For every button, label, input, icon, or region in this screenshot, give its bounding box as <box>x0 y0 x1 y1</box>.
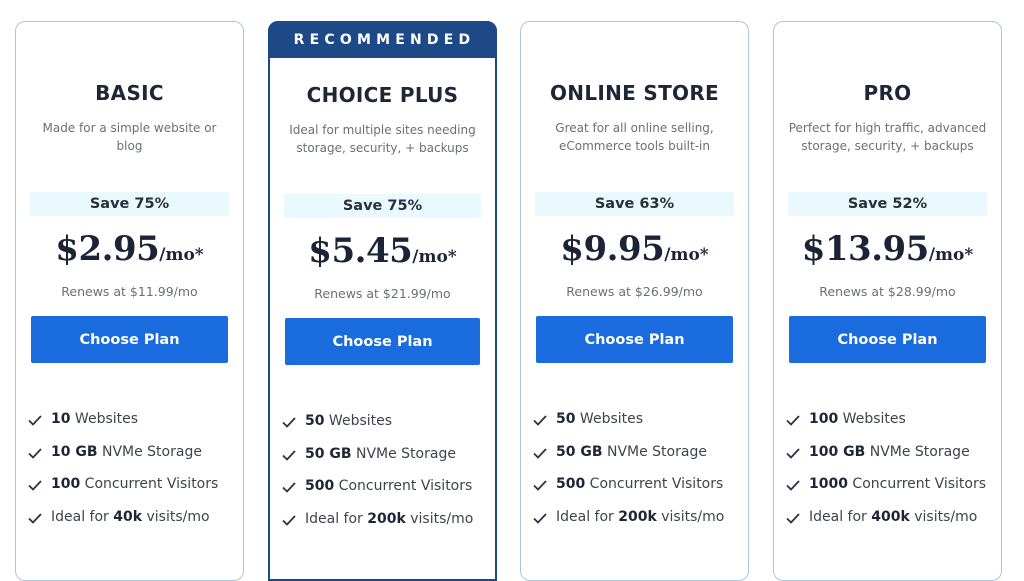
feature-item: 10 GB NVMe Storage <box>28 444 235 477</box>
check-icon <box>28 512 42 524</box>
choose-plan-button[interactable]: Choose Plan <box>285 318 480 365</box>
check-icon <box>786 480 800 491</box>
check-icon <box>282 482 296 493</box>
plan-title: PRO <box>863 81 912 105</box>
price-amount: $13.95 <box>801 229 930 269</box>
plan-price: $5.45/mo* <box>270 231 495 271</box>
feature-item: 50 GB NVMe Storage <box>282 446 487 479</box>
save-badge: Save 52% <box>788 192 987 216</box>
save-badge: Save 63% <box>535 192 734 216</box>
check-icon <box>282 417 296 428</box>
feature-item: Ideal for 40k visits/mo <box>28 509 235 542</box>
check-icon <box>786 512 800 524</box>
check-icon <box>28 480 42 491</box>
plan-card-choice-plus: RECOMMENDED CHOICE PLUS Ideal for multip… <box>268 21 497 581</box>
feature-item: 50 Websites <box>282 413 487 446</box>
feature-item: 1000 Concurrent Visitors <box>786 476 993 509</box>
check-icon <box>28 447 42 459</box>
renewal-price: Renews at $26.99/mo <box>566 284 703 299</box>
price-period: /mo* <box>159 245 204 265</box>
feature-item: 50 Websites <box>533 411 740 444</box>
plan-card-basic: BASIC Made for a simple website or blog … <box>15 21 244 581</box>
plan-price: $9.95/mo* <box>521 229 748 269</box>
plan-card-online-store: ONLINE STORE Great for all online sellin… <box>520 21 749 581</box>
check-icon <box>786 415 800 426</box>
plan-price: $2.95/mo* <box>16 229 243 269</box>
renewal-price: Renews at $11.99/mo <box>61 284 198 299</box>
plan-card-pro: PRO Perfect for high traffic, advanced s… <box>773 21 1002 581</box>
feature-item: 100 GB NVMe Storage <box>786 444 993 477</box>
plan-description: Made for a simple website or blog <box>42 121 217 153</box>
choose-plan-button[interactable]: Choose Plan <box>31 316 228 363</box>
save-badge: Save 75% <box>284 194 481 218</box>
feature-item: 10 Websites <box>28 411 235 444</box>
price-amount: $2.95 <box>55 229 160 269</box>
plan-description: Perfect for high traffic, advanced stora… <box>788 121 987 153</box>
price-amount: $5.45 <box>308 231 413 271</box>
feature-item: 50 GB NVMe Storage <box>533 444 740 477</box>
price-period: /mo* <box>412 247 457 267</box>
check-icon <box>533 480 547 491</box>
choose-plan-button[interactable]: Choose Plan <box>536 316 733 363</box>
feature-list: 100 Websites 100 GB NVMe Storage 1000 Co… <box>786 411 993 541</box>
feature-item: Ideal for 200k visits/mo <box>533 509 740 542</box>
recommended-banner: RECOMMENDED <box>268 21 497 58</box>
feature-item: 100 Concurrent Visitors <box>28 476 235 509</box>
check-icon <box>282 514 296 526</box>
feature-list: 50 Websites 50 GB NVMe Storage 500 Concu… <box>282 413 487 543</box>
plan-title: CHOICE PLUS <box>306 83 459 107</box>
plan-description: Ideal for multiple sites needing storage… <box>289 123 476 155</box>
check-icon <box>533 447 547 459</box>
check-icon <box>786 447 800 459</box>
check-icon <box>28 415 42 426</box>
renewal-price: Renews at $21.99/mo <box>314 286 451 301</box>
check-icon <box>533 415 547 426</box>
feature-list: 10 Websites 10 GB NVMe Storage 100 Concu… <box>28 411 235 541</box>
plan-price: $13.95/mo* <box>774 229 1001 269</box>
check-icon <box>533 512 547 524</box>
feature-list: 50 Websites 50 GB NVMe Storage 500 Concu… <box>533 411 740 541</box>
plan-title: BASIC <box>95 81 164 105</box>
feature-item: 100 Websites <box>786 411 993 444</box>
price-period: /mo* <box>928 245 974 265</box>
choose-plan-button[interactable]: Choose Plan <box>789 316 986 363</box>
feature-item: 500 Concurrent Visitors <box>282 478 487 511</box>
check-icon <box>282 449 296 461</box>
price-period: /mo* <box>664 245 709 265</box>
feature-item: Ideal for 400k visits/mo <box>786 509 993 542</box>
save-badge: Save 75% <box>30 192 229 216</box>
price-amount: $9.95 <box>560 229 665 269</box>
feature-item: 500 Concurrent Visitors <box>533 476 740 509</box>
plan-description: Great for all online selling, eCommerce … <box>555 121 714 153</box>
feature-item: Ideal for 200k visits/mo <box>282 511 487 544</box>
renewal-price: Renews at $28.99/mo <box>819 284 956 299</box>
plan-title: ONLINE STORE <box>549 81 719 105</box>
